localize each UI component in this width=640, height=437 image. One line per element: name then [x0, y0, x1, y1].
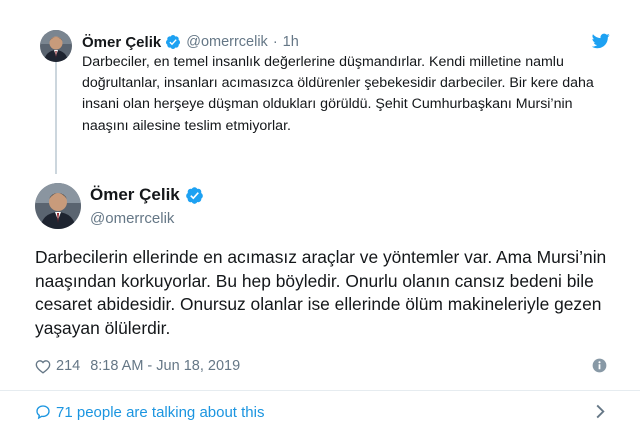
main-tweet-text: Darbecilerin ellerinde en acımasız araçl…: [35, 247, 607, 338]
embedded-tweet-card: Ömer Çelik @omerrcelik · 1h Darbeciler, …: [0, 0, 640, 437]
verified-badge-icon: [185, 186, 204, 205]
like-count[interactable]: 214: [56, 358, 80, 374]
tweet-timestamp[interactable]: 8:18 AM - Jun 18, 2019: [90, 358, 240, 374]
avatar[interactable]: [40, 30, 72, 62]
separator-dot: ·: [272, 34, 278, 50]
thread-line: [55, 52, 57, 174]
author-name[interactable]: Ömer Çelik: [82, 34, 161, 51]
main-tweet-author: Ömer Çelik: [90, 185, 204, 205]
verified-badge-icon: [165, 34, 181, 50]
author-name[interactable]: Ömer Çelik: [90, 185, 180, 205]
author-handle[interactable]: @omerrcelik: [90, 210, 174, 227]
divider: [0, 390, 640, 391]
chevron-right-icon[interactable]: [595, 404, 605, 419]
speech-bubble-icon: [35, 404, 51, 420]
conversation-link[interactable]: 71 people are talking about this: [35, 401, 264, 423]
parent-tweet-header: Ömer Çelik @omerrcelik · 1h: [82, 32, 299, 52]
parent-tweet-text: Darbeciler, en temel insanlık değerlerin…: [82, 54, 594, 134]
heart-icon[interactable]: [35, 359, 51, 374]
info-icon[interactable]: [592, 358, 607, 373]
author-handle[interactable]: @omerrcelik: [186, 34, 268, 50]
twitter-bird-icon[interactable]: [591, 33, 610, 49]
talking-count-label: 71 people are talking about this: [56, 403, 265, 421]
avatar[interactable]: [35, 183, 81, 229]
tweet-meta: 214 8:18 AM - Jun 18, 2019: [35, 355, 240, 377]
parent-tweet[interactable]: Ömer Çelik @omerrcelik · 1h Darbeciler, …: [0, 0, 640, 175]
tweet-time[interactable]: 1h: [283, 34, 299, 50]
